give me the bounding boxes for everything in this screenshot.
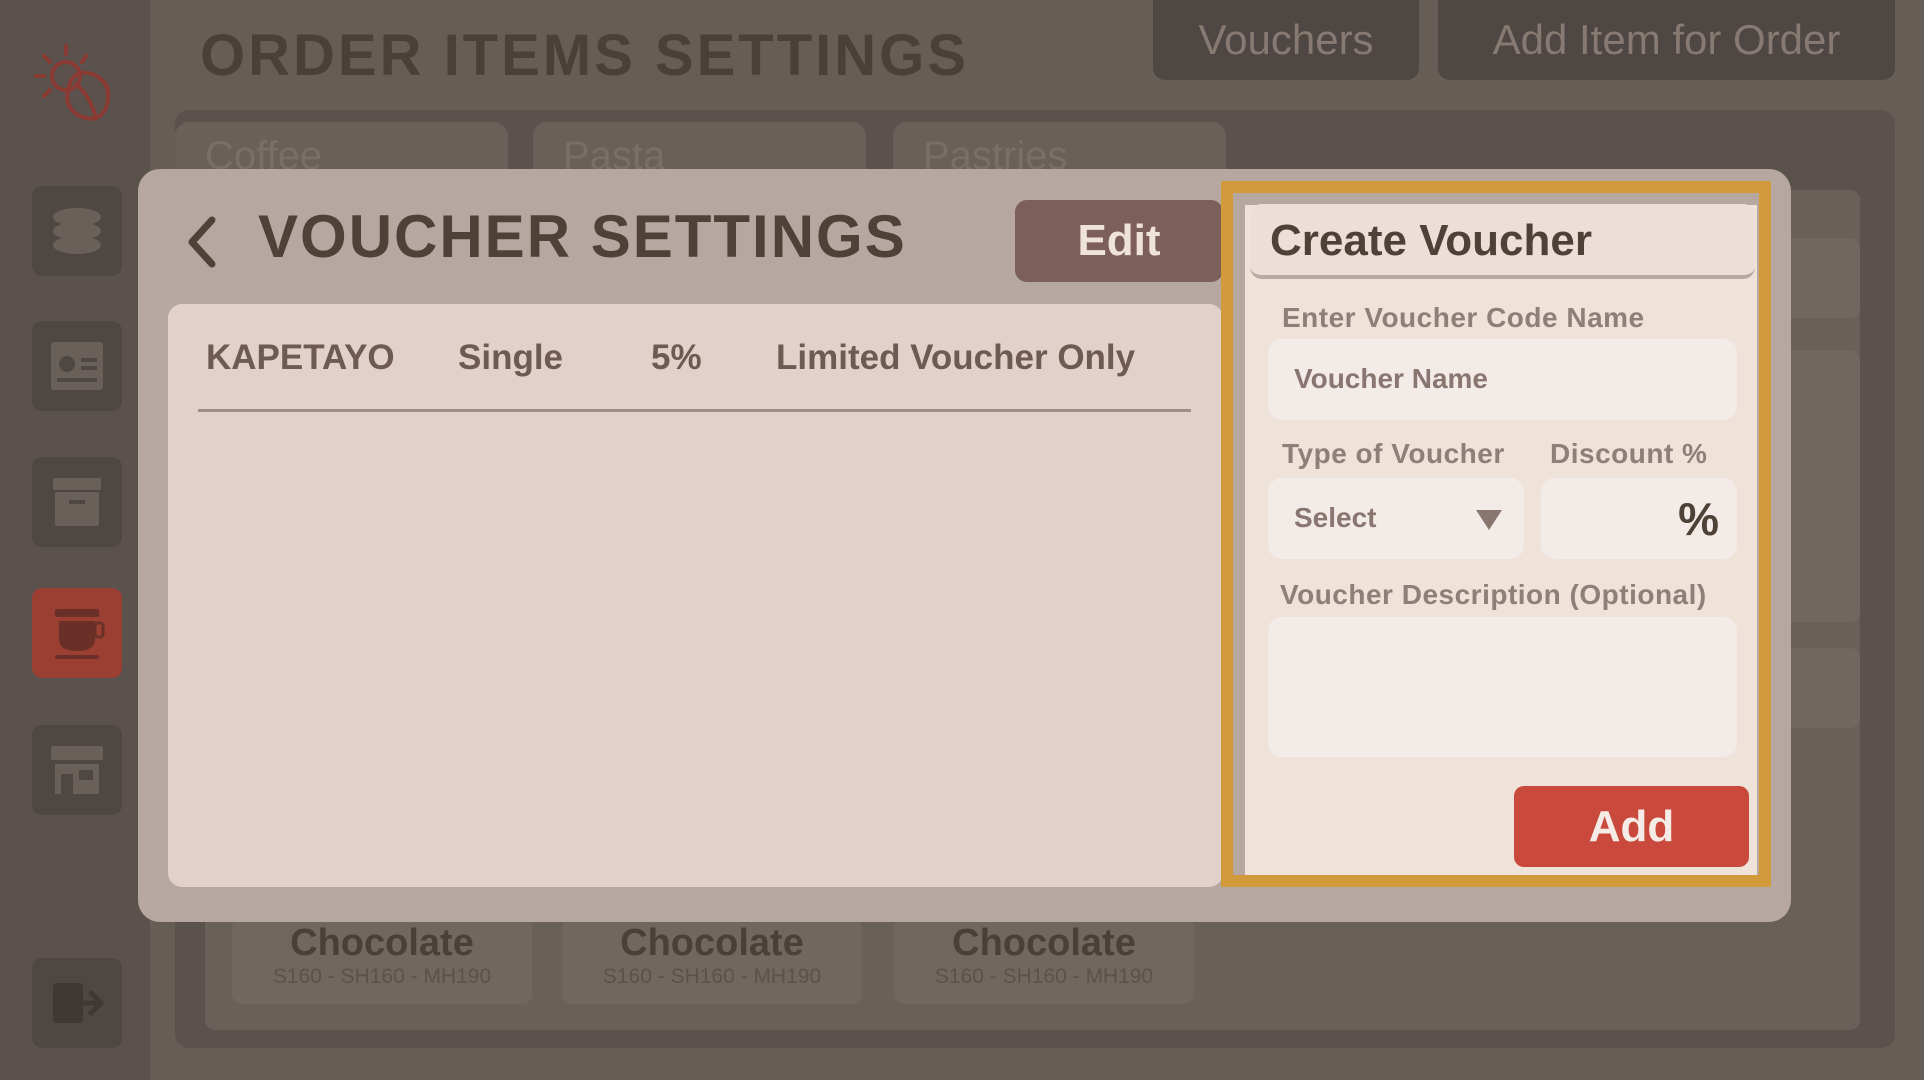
item-name: Chocolate	[290, 922, 474, 964]
percent-suffix: %	[1678, 493, 1719, 545]
code-label: Enter Voucher Code Name	[1282, 302, 1645, 333]
archive-icon	[53, 478, 101, 526]
item-card[interactable]: Chocolate S160 - SH160 - MH190	[562, 918, 862, 1004]
item-card[interactable]: Chocolate S160 - SH160 - MH190	[894, 918, 1194, 1004]
back-button[interactable]	[178, 212, 228, 272]
sidebar-item-finance[interactable]	[32, 186, 122, 276]
coins-icon	[53, 208, 101, 254]
sidebar-item-archive[interactable]	[32, 457, 122, 547]
report-icon	[51, 342, 103, 390]
add-item-button[interactable]: Add Item for Order	[1438, 0, 1895, 80]
modal-title: VOUCHER SETTINGS	[258, 203, 907, 270]
voucher-code: KAPETAYO	[206, 338, 395, 377]
discount-input[interactable]: %	[1541, 478, 1737, 559]
sidebar-item-order-items[interactable]	[32, 588, 122, 678]
row-divider	[198, 409, 1191, 412]
description-label: Voucher Description (Optional)	[1280, 579, 1707, 610]
add-button[interactable]: Add	[1514, 786, 1749, 867]
discount-label: Discount %	[1550, 438, 1708, 469]
voucher-description: Limited Voucher Only	[776, 338, 1136, 377]
vouchers-button[interactable]: Vouchers	[1153, 0, 1419, 80]
voucher-list	[168, 304, 1223, 887]
chevron-left-icon	[188, 216, 216, 268]
voucher-description-input[interactable]	[1268, 617, 1737, 757]
voucher-name-input[interactable]: Voucher Name	[1268, 339, 1737, 420]
item-prices: S160 - SH160 - MH190	[272, 965, 492, 988]
item-prices: S160 - SH160 - MH190	[602, 965, 822, 988]
voucher-name-placeholder: Voucher Name	[1294, 363, 1488, 394]
item-name: Chocolate	[952, 922, 1136, 964]
type-label: Type of Voucher	[1282, 438, 1505, 469]
page-title: ORDER ITEMS SETTINGS	[200, 23, 969, 88]
app-logo-icon	[28, 38, 124, 126]
item-name: Chocolate	[620, 922, 804, 964]
logout-button[interactable]	[32, 958, 122, 1048]
store-icon	[51, 746, 103, 794]
coffee-cup-icon	[55, 609, 105, 659]
item-prices: S160 - SH160 - MH190	[934, 965, 1154, 988]
sidebar-item-reports[interactable]	[32, 321, 122, 411]
chevron-down-icon	[1476, 510, 1502, 530]
voucher-type-value: Select	[1294, 502, 1377, 533]
logout-icon	[53, 983, 104, 1023]
sidebar	[0, 0, 150, 1080]
create-voucher-title: Create Voucher	[1250, 204, 1755, 279]
voucher-type: Single	[458, 338, 564, 377]
voucher-type-select[interactable]: Select	[1268, 478, 1524, 559]
edit-button[interactable]: Edit	[1015, 200, 1223, 282]
voucher-discount: 5%	[651, 338, 702, 377]
item-card[interactable]: Chocolate S160 - SH160 - MH190	[232, 918, 532, 1004]
sidebar-item-store[interactable]	[32, 725, 122, 815]
